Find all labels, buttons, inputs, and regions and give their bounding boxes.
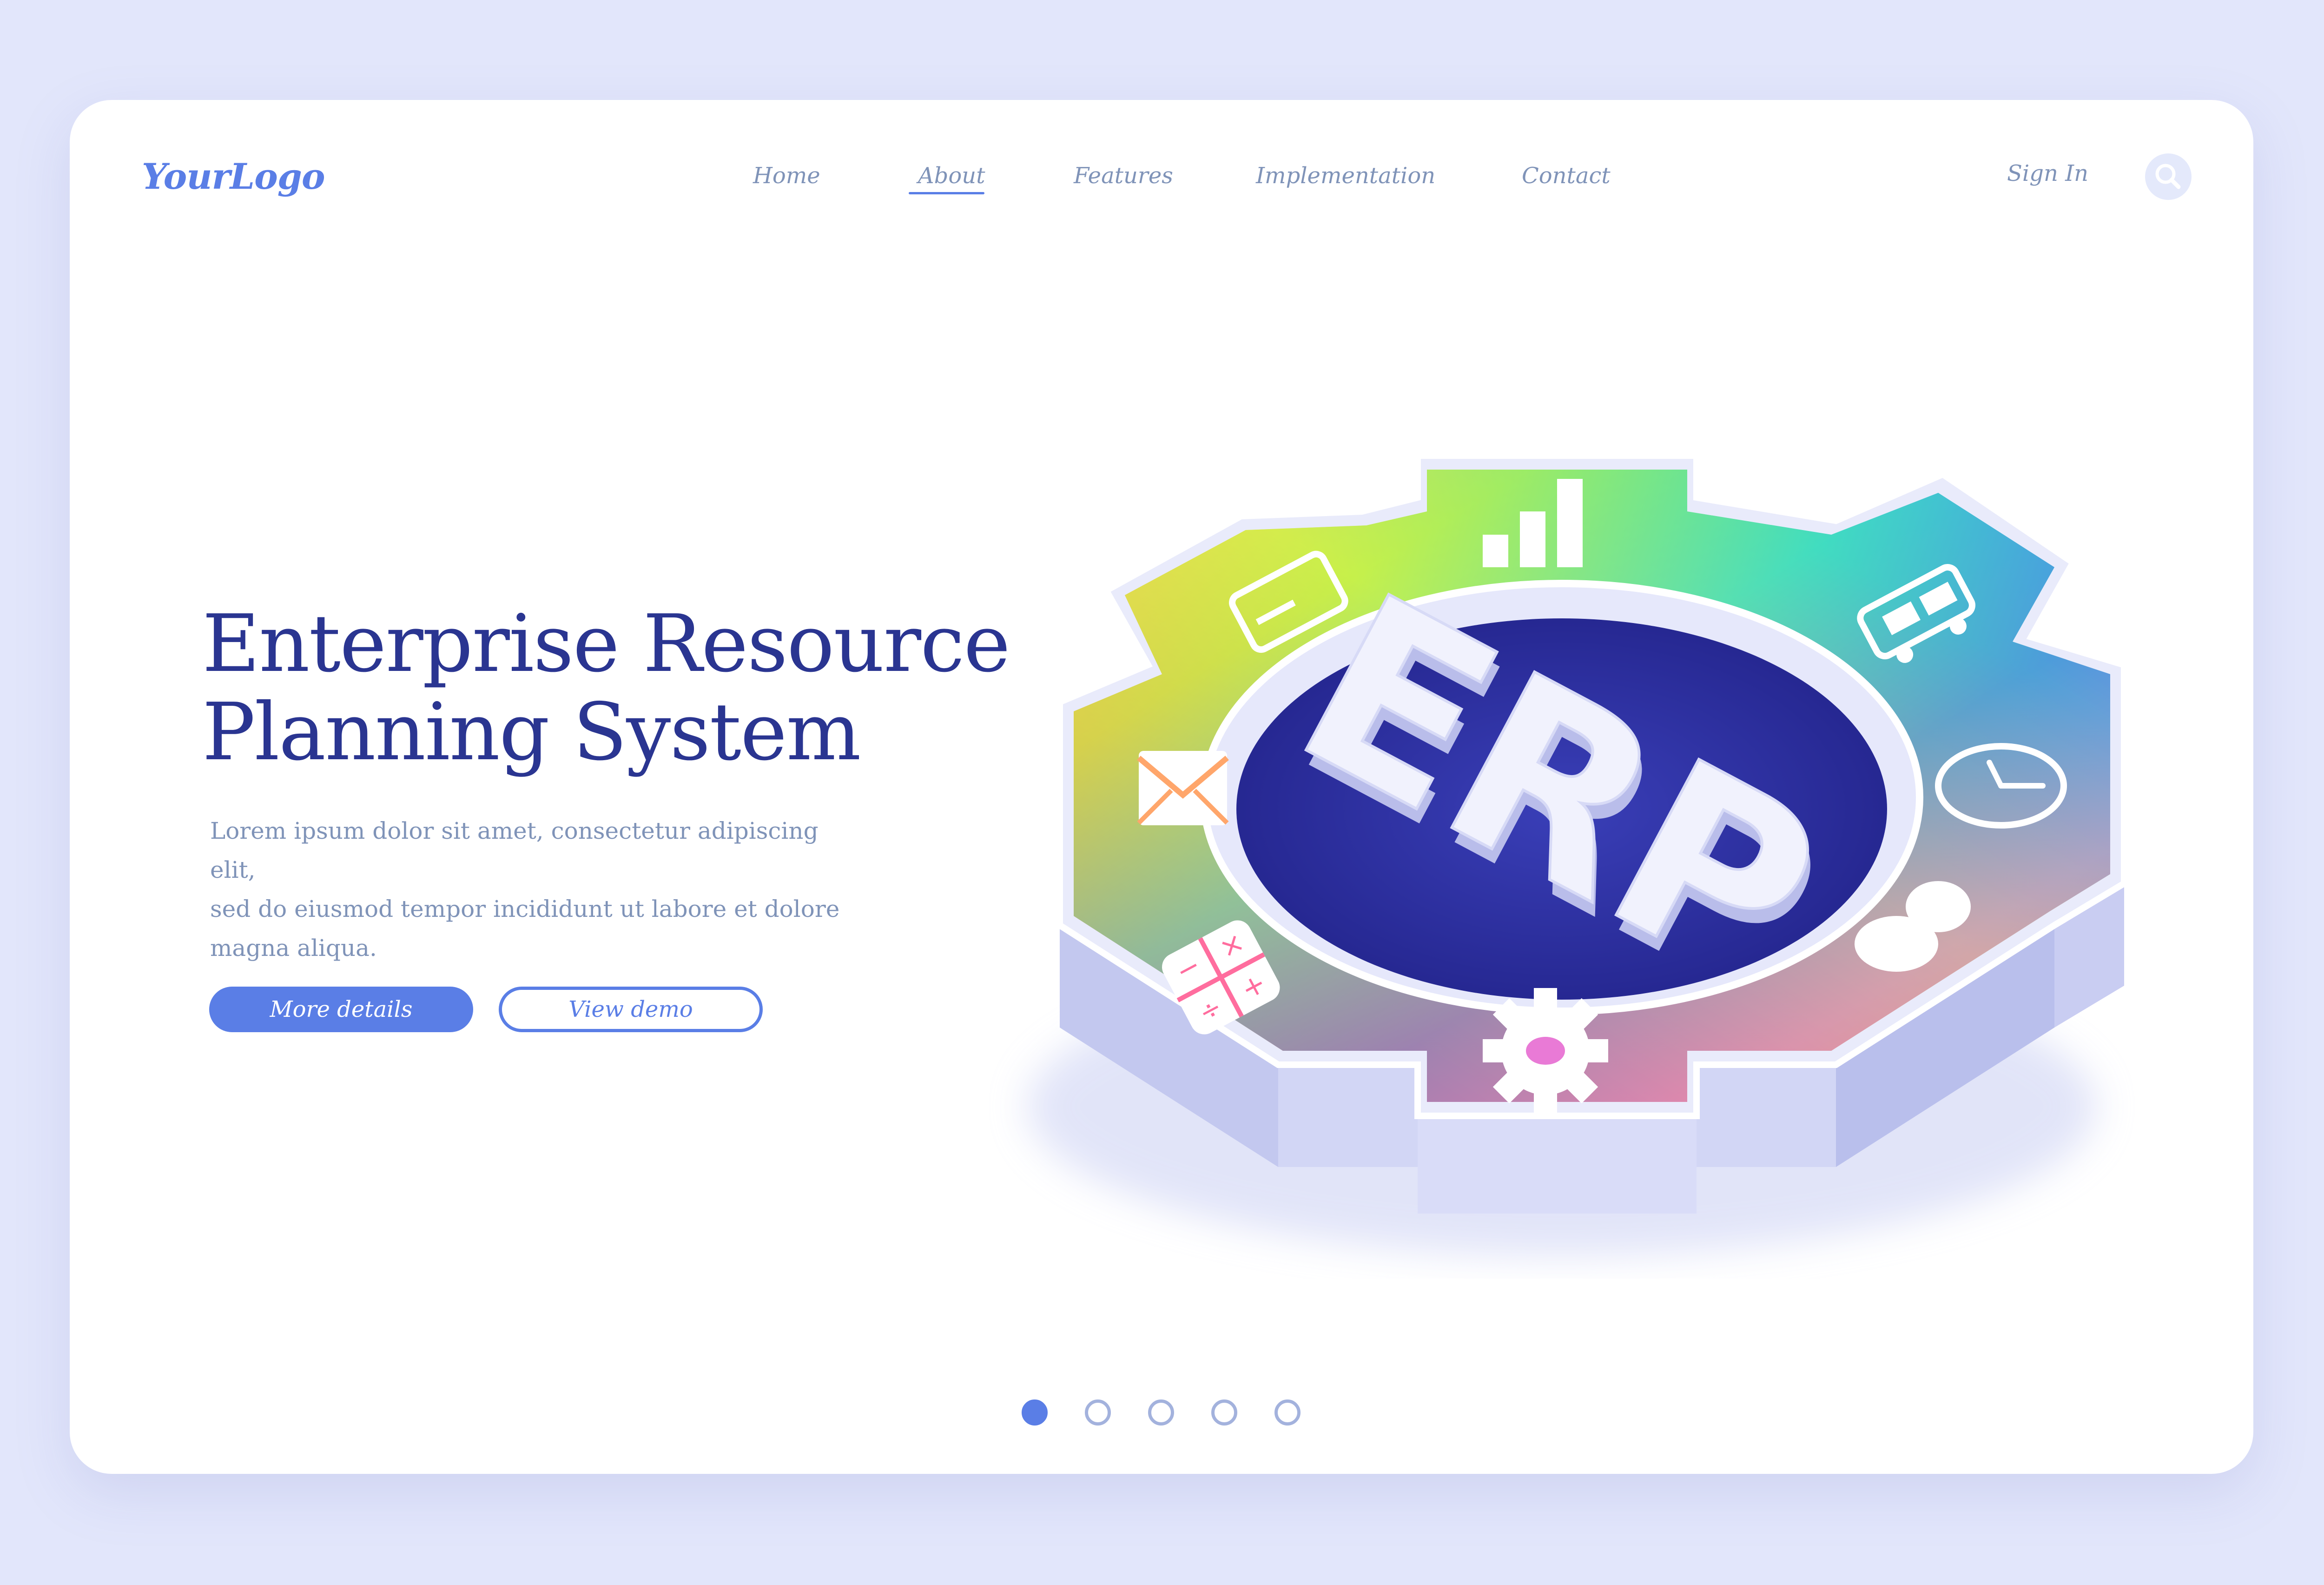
page-title: Enterprise Resource Planning System <box>202 600 1010 776</box>
erp-gear-illustration: ERP ERP − × ÷ + <box>1027 452 2127 1255</box>
logo[interactable]: YourLogo <box>142 156 325 197</box>
pagination-dot-1[interactable] <box>1022 1399 1048 1426</box>
nav-implementation[interactable]: Implementation <box>1256 163 1435 189</box>
sign-in-link[interactable]: Sign In <box>2007 160 2088 186</box>
title-line-2: Planning System <box>202 686 861 778</box>
search-icon <box>2155 164 2181 189</box>
pagination-dot-5[interactable] <box>1274 1399 1301 1426</box>
description-line-2: sed do eiusmod tempor incididunt ut labo… <box>210 895 840 922</box>
pagination-dot-2[interactable] <box>1085 1399 1111 1426</box>
nav-home[interactable]: Home <box>753 163 820 189</box>
nav-features[interactable]: Features <box>1074 163 1173 189</box>
envelope-icon <box>1137 751 1229 825</box>
hero-description: Lorem ipsum dolor sit amet, consectetur … <box>210 811 870 968</box>
gear-icon <box>1483 988 1608 1114</box>
nav-about[interactable]: About <box>918 163 985 189</box>
search-button[interactable] <box>2145 153 2192 200</box>
description-line-1: Lorem ipsum dolor sit amet, consectetur … <box>210 817 819 883</box>
description-line-3: magna aliqua. <box>210 935 377 962</box>
more-details-button[interactable]: More details <box>209 987 473 1032</box>
nav-active-indicator <box>909 192 984 194</box>
nav-contact[interactable]: Contact <box>1522 163 1611 189</box>
pagination-dot-4[interactable] <box>1211 1399 1237 1426</box>
view-demo-button[interactable]: View demo <box>499 987 763 1032</box>
title-line-1: Enterprise Resource <box>202 598 1010 690</box>
pagination-dot-3[interactable] <box>1148 1399 1174 1426</box>
